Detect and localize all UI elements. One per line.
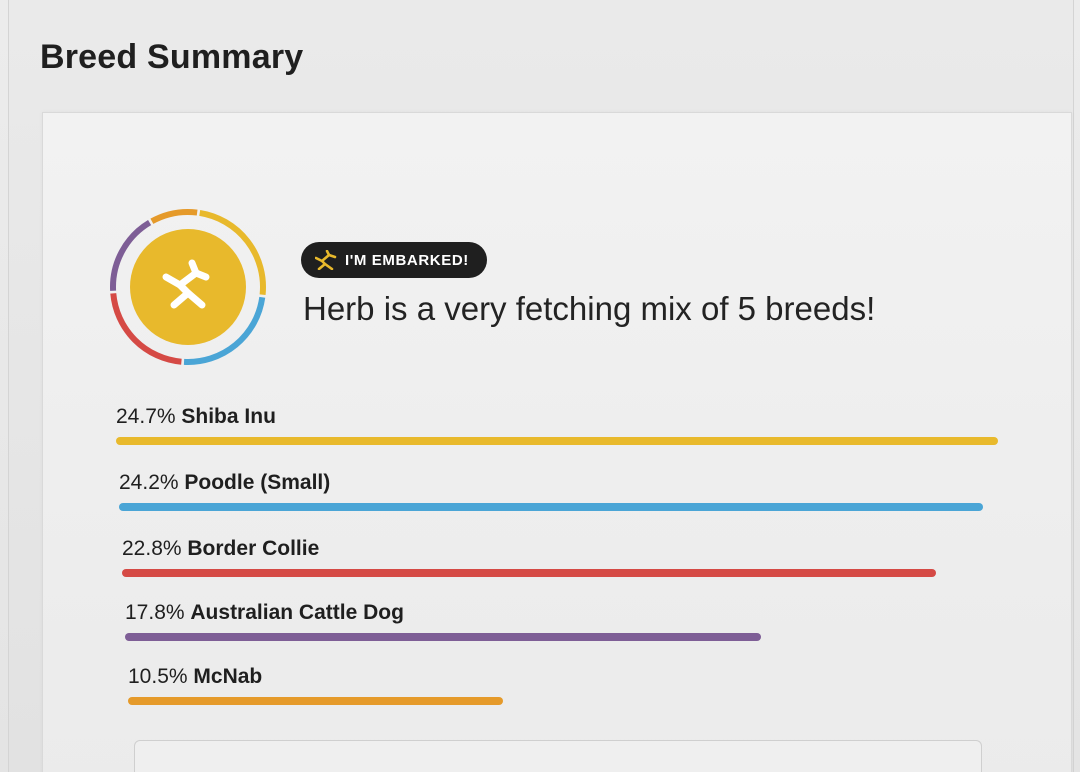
page-title: Breed Summary <box>40 38 304 76</box>
embark-logo-icon <box>314 249 337 271</box>
breed-row: 10.5% McNab <box>128 665 503 705</box>
breed-name: Border Collie <box>187 537 320 560</box>
breed-mix-headline: Herb is a very fetching mix of 5 breeds! <box>303 290 876 327</box>
breed-label: 24.2% Poodle (Small) <box>119 471 330 495</box>
breed-percent: 10.5% <box>128 665 188 688</box>
breed-label: 22.8% Border Collie <box>122 537 319 561</box>
breed-ring-chart <box>110 209 266 365</box>
breed-ring-segment <box>150 209 198 224</box>
breed-bar <box>116 437 998 445</box>
breed-bar <box>125 633 761 641</box>
breed-bar-track <box>119 503 1001 511</box>
breed-row: 17.8% Australian Cattle Dog <box>125 601 761 641</box>
breed-name: McNab <box>193 665 263 688</box>
breed-row: 24.2% Poodle (Small) <box>119 471 983 511</box>
breed-bar-track <box>122 569 1004 577</box>
breed-bar-track <box>125 633 1007 641</box>
breed-percent: 17.8% <box>125 601 185 624</box>
breed-bar <box>119 503 983 511</box>
badge-label: I'M EMBARKED! <box>345 251 469 269</box>
avatar-circle <box>130 229 246 345</box>
breed-row: 22.8% Border Collie <box>122 537 936 577</box>
breed-percent: 24.7% <box>116 405 176 428</box>
breed-name: Shiba Inu <box>181 405 276 428</box>
breed-bar <box>122 569 936 577</box>
breed-bar <box>128 697 503 705</box>
bottom-content-box <box>134 740 982 772</box>
breed-label: 10.5% McNab <box>128 665 262 689</box>
breed-bar-track <box>116 437 998 445</box>
breed-percent: 22.8% <box>122 537 182 560</box>
breed-row: 24.7% Shiba Inu <box>116 405 998 445</box>
breed-percent: 24.2% <box>119 471 179 494</box>
breed-name: Poodle (Small) <box>184 471 331 494</box>
breed-bar-track <box>128 697 1010 705</box>
breed-label: 17.8% Australian Cattle Dog <box>125 601 404 625</box>
embarked-badge: I'M EMBARKED! <box>301 242 487 278</box>
breed-ring-avatar <box>108 206 268 368</box>
breed-name: Australian Cattle Dog <box>190 601 404 624</box>
breed-label: 24.7% Shiba Inu <box>116 405 276 429</box>
